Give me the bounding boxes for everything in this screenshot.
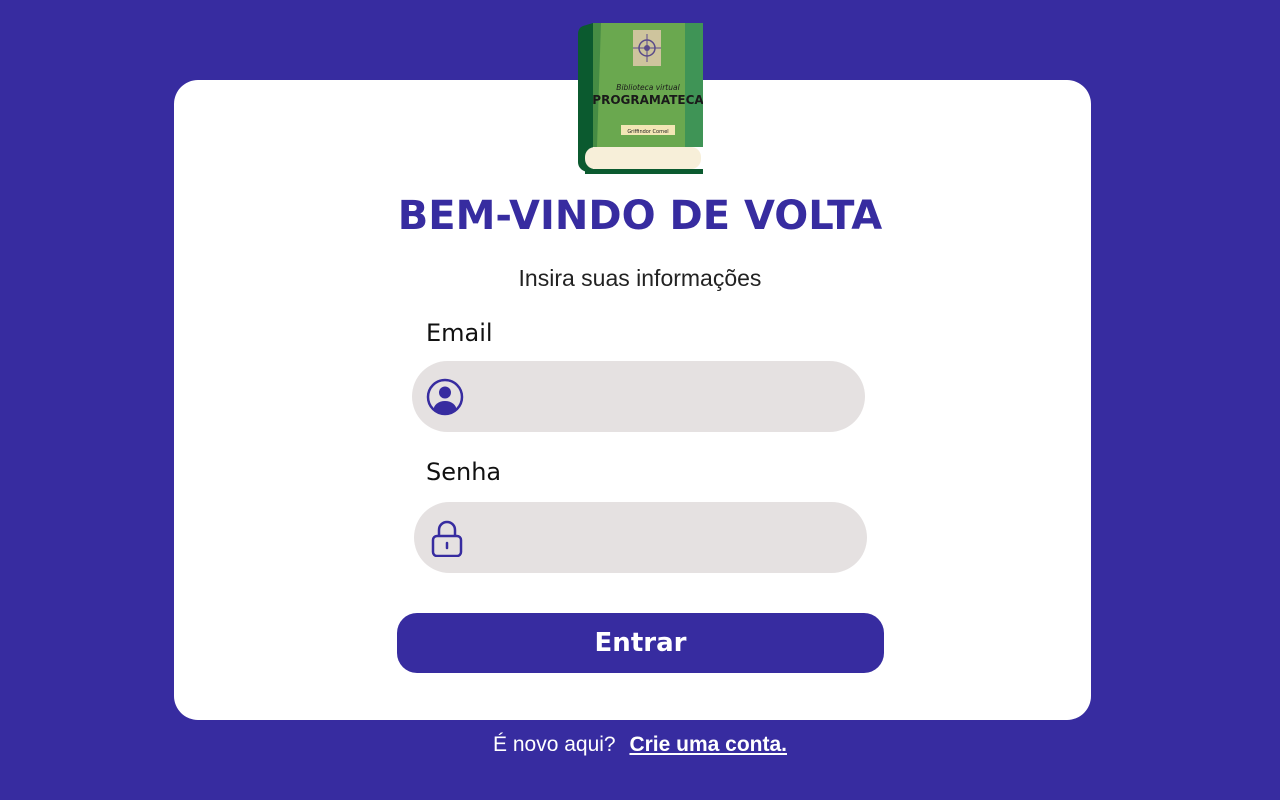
lock-icon — [431, 520, 463, 557]
user-circle-icon — [426, 378, 464, 416]
login-button[interactable]: Entrar — [397, 613, 884, 673]
password-input[interactable] — [480, 502, 840, 573]
page-title: BEM-VINDO DE VOLTA — [397, 193, 883, 239]
email-input[interactable] — [478, 361, 838, 432]
book-author-text: Griffindor Cornel — [627, 129, 668, 135]
create-account-link[interactable]: Crie uma conta. — [629, 733, 787, 756]
library-book-logo: Biblioteca virtual PROGRAMATECA Griffind… — [578, 23, 703, 174]
book-title-text: PROGRAMATECA — [592, 93, 703, 107]
email-field[interactable] — [412, 361, 865, 432]
signup-prompt: É novo aqui? Crie uma conta. — [0, 730, 1280, 760]
page-subtitle: Insira suas informações — [518, 265, 762, 291]
password-label: Senha — [426, 458, 502, 486]
signup-question: É novo aqui? — [493, 733, 616, 756]
password-field[interactable] — [414, 502, 867, 573]
email-label: Email — [426, 319, 493, 347]
book-subtitle-text: Biblioteca virtual — [616, 83, 680, 92]
